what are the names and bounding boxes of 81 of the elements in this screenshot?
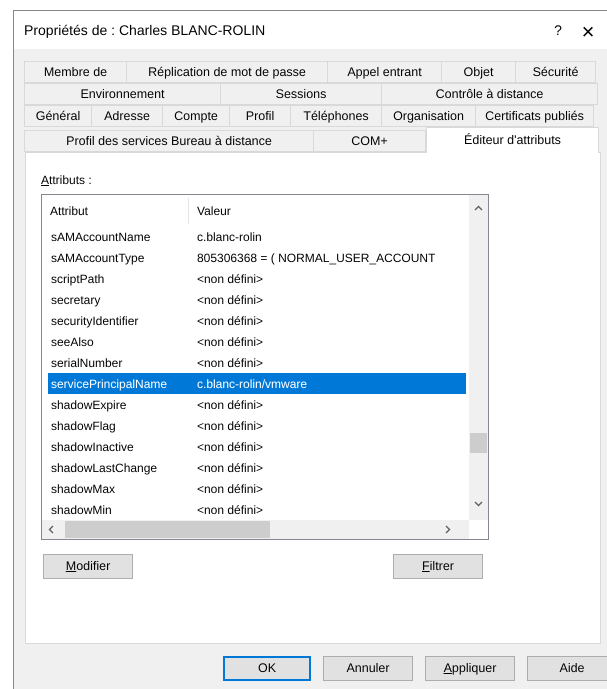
attribute-name: shadowLastChange	[50, 460, 158, 476]
tab[interactable]: Membre de	[24, 61, 127, 83]
help-button[interactable]: ?	[543, 15, 573, 45]
attribute-value: c.blanc-rolin	[197, 228, 262, 246]
attribute-row[interactable]: secretary <non défini>	[48, 289, 466, 310]
attribute-value: <non défini>	[197, 334, 264, 350]
dialog-button[interactable]: Aide	[527, 656, 607, 681]
attribute-list[interactable]	[41, 194, 489, 540]
attribute-row[interactable]: securityIdentifier <non défini>	[48, 310, 466, 331]
attributes-label: Attributs :	[41, 172, 93, 189]
attribute-value: c.blanc-rolin/vmware	[197, 376, 308, 392]
tab[interactable]: Adresse	[91, 105, 163, 127]
tab[interactable]: Environnement	[24, 83, 221, 105]
scroll-right-icon[interactable]	[445, 525, 451, 534]
attribute-value: <non défini>	[197, 292, 264, 308]
window-title: Propriétés de : Charles BLANC-ROLIN	[24, 20, 266, 40]
action-button[interactable]: Filtrer	[393, 554, 483, 579]
scroll-left-icon[interactable]	[48, 525, 54, 534]
attribute-name: shadowMax	[50, 480, 116, 498]
vertical-scrollbar[interactable]	[469, 195, 488, 520]
tab[interactable]: Profil	[229, 105, 291, 127]
attribute-row[interactable]: sAMAccountType 805306368 = ( NORMAL_USER_ACCOUNT	[48, 247, 466, 268]
attribute-value: <non défini>	[197, 312, 264, 330]
tab[interactable]: Général	[24, 105, 92, 127]
attribute-name: servicePrincipalName	[50, 376, 168, 392]
attribute-row[interactable]: shadowLastChange <non défini>	[48, 457, 466, 478]
tab[interactable]: Profil des services Bureau à distance	[24, 130, 314, 152]
attribute-name: secretary	[50, 292, 102, 308]
attribute-name: serialNumber	[50, 354, 124, 372]
attribute-row[interactable]: shadowExpire <non défini>	[48, 394, 466, 415]
attribute-name: shadowInactive	[50, 438, 135, 456]
attribute-name: scriptPath	[50, 270, 106, 288]
attribute-name: sAMAccountType	[50, 250, 146, 266]
attribute-row[interactable]: scriptPath <non défini>	[48, 268, 466, 289]
tab[interactable]: COM+	[313, 130, 426, 152]
column-header[interactable]: Attribut	[42, 198, 189, 224]
scrollbar-thumb[interactable]	[65, 521, 270, 538]
column-header[interactable]: Valeur	[189, 198, 449, 224]
attribute-value: <non défini>	[197, 396, 264, 414]
close-button[interactable]: ×	[573, 15, 603, 45]
scroll-down-icon[interactable]	[474, 501, 483, 507]
attribute-row[interactable]: sAMAccountName c.blanc-rolin	[48, 226, 466, 247]
attribute-name: securityIdentifier	[50, 312, 140, 330]
dialog-button[interactable]: Appliquer	[425, 656, 515, 681]
attribute-name: shadowExpire	[50, 396, 128, 414]
tab[interactable]: Certificats publiés	[475, 105, 594, 127]
attribute-name: shadowMin	[50, 502, 113, 518]
attribute-value: <non défini>	[197, 438, 264, 456]
dialog-button[interactable]: Annuler	[323, 656, 413, 681]
attribute-value: 805306368 = ( NORMAL_USER_ACCOUNT	[197, 250, 436, 266]
attribute-value: <non défini>	[197, 480, 264, 498]
attribute-row[interactable]: seeAlso <non défini>	[48, 331, 466, 352]
tab[interactable]: Éditeur d'attributs	[426, 127, 599, 153]
attribute-name: seeAlso	[50, 334, 95, 350]
attribute-value: <non défini>	[197, 502, 264, 518]
dialog-button[interactable]: OK	[223, 656, 311, 681]
scroll-up-icon[interactable]	[474, 205, 483, 211]
tab[interactable]: Téléphones	[290, 105, 382, 127]
scrollbar-thumb[interactable]	[470, 433, 487, 453]
attribute-name: sAMAccountName	[50, 228, 152, 246]
attribute-value: <non défini>	[197, 418, 264, 434]
tab[interactable]: Sécurité	[515, 61, 596, 83]
attribute-value: <non défini>	[197, 354, 264, 372]
tab[interactable]: Compte	[162, 105, 230, 127]
attribute-row[interactable]: servicePrincipalName c.blanc-rolin/vmware	[48, 373, 466, 394]
tab[interactable]: Objet	[441, 61, 516, 83]
attribute-name: shadowFlag	[50, 418, 117, 434]
horizontal-scrollbar[interactable]	[42, 520, 469, 539]
attribute-value: <non défini>	[197, 460, 264, 476]
attribute-row[interactable]: shadowMax <non défini>	[48, 478, 466, 499]
tab[interactable]: Sessions	[220, 83, 382, 105]
attribute-value: <non défini>	[197, 270, 264, 288]
attribute-row[interactable]: shadowFlag <non défini>	[48, 415, 466, 436]
tab[interactable]: Appel entrant	[327, 61, 442, 83]
tab[interactable]: Organisation	[381, 105, 476, 127]
attribute-row[interactable]: serialNumber <non défini>	[48, 352, 466, 373]
tab[interactable]: Contrôle à distance	[381, 83, 598, 105]
action-button[interactable]: Modifier	[43, 554, 133, 579]
attribute-row[interactable]: shadowMin <non défini>	[48, 499, 466, 520]
attribute-row[interactable]: shadowInactive <non défini>	[48, 436, 466, 457]
tab[interactable]: Réplication de mot de passe	[126, 61, 328, 83]
